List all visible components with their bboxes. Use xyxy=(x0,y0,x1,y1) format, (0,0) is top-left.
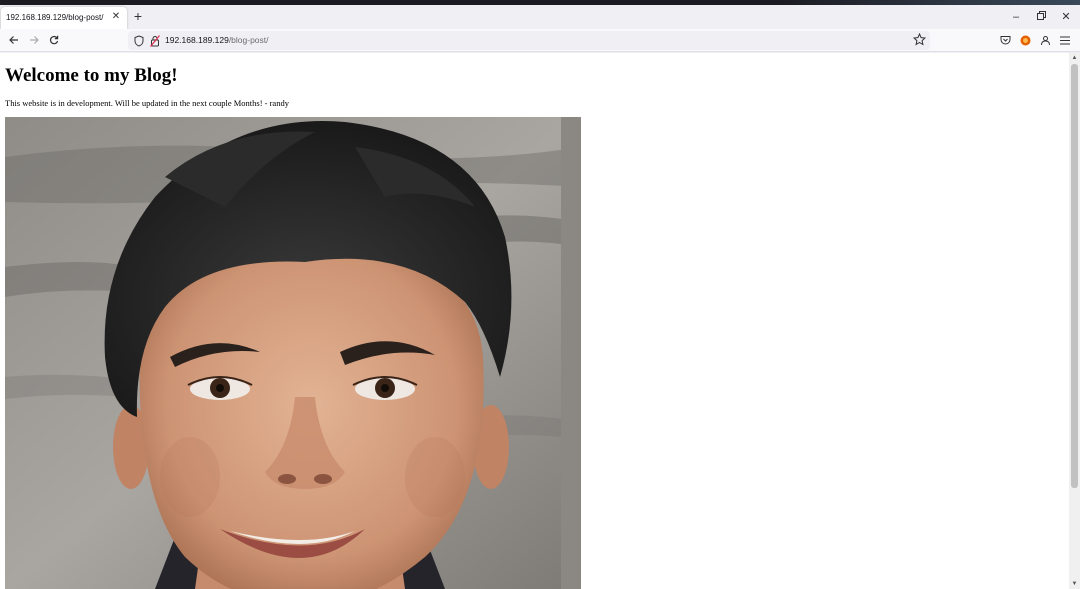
vertical-scrollbar[interactable]: ▲ ▼ xyxy=(1069,53,1080,589)
window-close-icon[interactable]: ✕ xyxy=(1056,10,1076,24)
pocket-icon[interactable] xyxy=(997,32,1013,48)
restore-icon[interactable] xyxy=(1031,10,1051,24)
url-text[interactable]: 192.168.189.129/blog-post/ xyxy=(165,35,269,45)
portrait-photo xyxy=(5,117,581,589)
extension-icon[interactable] xyxy=(1017,32,1033,48)
page-title: Welcome to my Blog! xyxy=(5,65,178,86)
reload-icon[interactable] xyxy=(46,32,62,48)
url-bar[interactable]: 192.168.189.129/blog-post/ xyxy=(128,31,930,50)
navigation-toolbar: 192.168.189.129/blog-post/ xyxy=(0,29,1080,52)
insecure-lock-icon[interactable] xyxy=(150,34,160,52)
close-icon[interactable]: ✕ xyxy=(110,11,122,23)
arrow-right-icon[interactable] xyxy=(26,32,42,48)
arrow-left-icon[interactable] xyxy=(6,32,22,48)
minimize-icon[interactable]: – xyxy=(1006,10,1026,24)
url-path: /blog-post/ xyxy=(228,35,269,45)
tab-title: 192.168.189.129/blog-post/ xyxy=(6,13,104,22)
url-host: 192.168.189.129 xyxy=(165,35,229,45)
scrollbar-thumb[interactable] xyxy=(1071,64,1078,488)
menu-icon[interactable] xyxy=(1057,32,1073,48)
bookmark-star-icon[interactable] xyxy=(912,32,927,51)
shield-icon[interactable] xyxy=(134,34,144,52)
tab-blog-post[interactable]: 192.168.189.129/blog-post/ ✕ xyxy=(1,7,127,29)
scroll-up-arrow-icon[interactable]: ▲ xyxy=(1071,54,1078,62)
page-paragraph: This website is in development. Will be … xyxy=(5,98,289,108)
scroll-down-arrow-icon[interactable]: ▼ xyxy=(1071,580,1078,588)
tab-strip: 192.168.189.129/blog-post/ ✕ + – ✕ xyxy=(0,5,1080,29)
plus-icon[interactable]: + xyxy=(131,9,145,24)
page-viewport: Welcome to my Blog! This website is in d… xyxy=(0,53,1069,589)
account-icon[interactable] xyxy=(1037,32,1053,48)
